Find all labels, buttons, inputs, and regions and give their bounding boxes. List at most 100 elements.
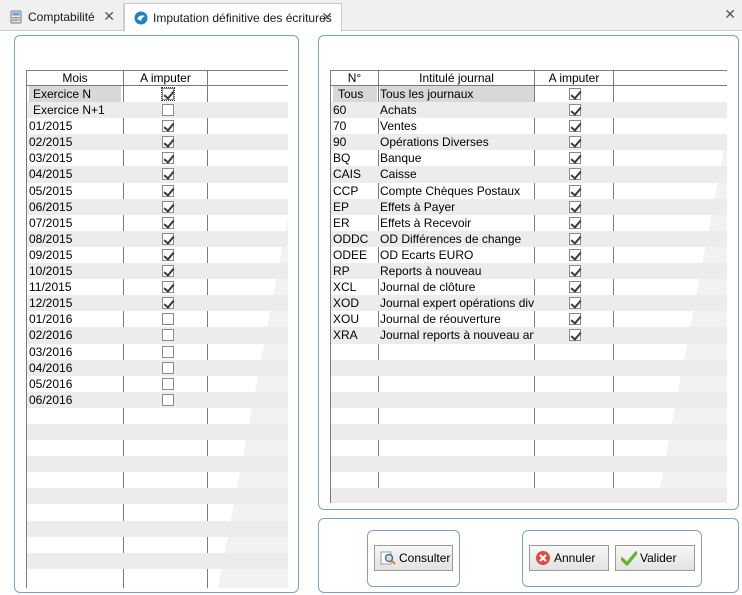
- annuler-button[interactable]: Annuler: [529, 545, 609, 571]
- a-imputer-checkbox[interactable]: [162, 232, 174, 245]
- table-row[interactable]: [27, 472, 288, 488]
- a-imputer-checkbox[interactable]: [162, 104, 174, 117]
- a-imputer-checkbox[interactable]: [569, 216, 581, 229]
- table-row[interactable]: BQ Banque: [331, 150, 727, 166]
- table-row[interactable]: [27, 569, 288, 585]
- table-row[interactable]: 70 Ventes: [331, 118, 727, 134]
- table-row[interactable]: 11/2015: [27, 279, 288, 295]
- a-imputer-checkbox[interactable]: [162, 265, 174, 278]
- a-imputer-checkbox[interactable]: [162, 297, 174, 310]
- table-row[interactable]: Exercice N+1: [27, 102, 288, 119]
- column-header-a-imputer[interactable]: A imputer: [535, 71, 613, 86]
- table-row[interactable]: [27, 537, 288, 553]
- a-imputer-checkbox[interactable]: [162, 136, 174, 149]
- close-all-icon[interactable]: ✕: [724, 6, 736, 23]
- table-row[interactable]: [27, 520, 288, 537]
- table-row[interactable]: 09/2015: [27, 247, 288, 263]
- column-header-mois[interactable]: Mois: [27, 71, 123, 86]
- months-table[interactable]: Mois A imputer Exercice N Exercice N+1 01/…: [26, 70, 288, 588]
- table-row[interactable]: 06/2015: [27, 198, 288, 215]
- table-row[interactable]: 04/2016: [27, 359, 288, 376]
- table-row[interactable]: [331, 359, 727, 376]
- table-row[interactable]: [331, 488, 727, 503]
- table-row[interactable]: 03/2016: [27, 344, 288, 360]
- a-imputer-checkbox[interactable]: [162, 281, 174, 294]
- table-row[interactable]: [331, 456, 727, 473]
- a-imputer-checkbox[interactable]: [569, 152, 581, 165]
- a-imputer-checkbox[interactable]: [162, 120, 174, 133]
- a-imputer-checkbox[interactable]: [569, 297, 581, 310]
- table-row[interactable]: CCP Compte Chèques Postaux: [331, 183, 727, 199]
- table-row[interactable]: Tous Tous les journaux: [331, 86, 727, 103]
- table-row[interactable]: XOU Journal de réouverture: [331, 311, 727, 327]
- close-icon[interactable]: ✕: [321, 10, 333, 24]
- table-row[interactable]: 90 Opérations Diverses: [331, 134, 727, 151]
- a-imputer-checkbox[interactable]: [569, 184, 581, 197]
- table-row[interactable]: 05/2016: [27, 376, 288, 392]
- a-imputer-checkbox[interactable]: [569, 232, 581, 245]
- a-imputer-checkbox[interactable]: [162, 361, 174, 374]
- table-row[interactable]: [331, 344, 727, 360]
- table-row[interactable]: [27, 504, 288, 520]
- tab-imputation[interactable]: Imputation définitive des écritures ✕: [124, 3, 342, 32]
- table-row[interactable]: 06/2016: [27, 391, 288, 408]
- table-row[interactable]: XOD Journal expert opérations diverses: [331, 295, 727, 312]
- a-imputer-checkbox[interactable]: [162, 393, 174, 406]
- a-imputer-checkbox[interactable]: [162, 345, 174, 358]
- table-row[interactable]: [331, 440, 727, 456]
- table-row[interactable]: RP Reports à nouveau: [331, 263, 727, 280]
- a-imputer-checkbox[interactable]: [162, 184, 174, 197]
- table-row[interactable]: [27, 423, 288, 441]
- a-imputer-checkbox[interactable]: [569, 168, 581, 181]
- a-imputer-checkbox[interactable]: [162, 377, 174, 390]
- table-row[interactable]: [331, 391, 727, 408]
- table-row[interactable]: [27, 440, 288, 456]
- table-row[interactable]: 01/2015: [27, 118, 288, 134]
- consulter-button[interactable]: Consulter: [374, 545, 453, 571]
- column-header-numero[interactable]: N°: [331, 71, 378, 86]
- table-row[interactable]: ODEE OD Ecarts EURO: [331, 247, 727, 263]
- table-row[interactable]: 02/2016: [27, 327, 288, 344]
- table-row[interactable]: XRA Journal reports à nouveau analytique: [331, 327, 727, 344]
- table-row[interactable]: 07/2015: [27, 215, 288, 231]
- a-imputer-checkbox[interactable]: [162, 168, 174, 181]
- a-imputer-checkbox[interactable]: [161, 87, 175, 101]
- table-row[interactable]: 10/2015: [27, 263, 288, 280]
- a-imputer-checkbox[interactable]: [162, 200, 174, 213]
- table-row[interactable]: [27, 408, 288, 424]
- a-imputer-checkbox[interactable]: [569, 313, 581, 326]
- a-imputer-checkbox[interactable]: [569, 265, 581, 278]
- table-row[interactable]: [27, 456, 288, 473]
- a-imputer-checkbox[interactable]: [162, 248, 174, 261]
- table-row[interactable]: 01/2016: [27, 311, 288, 327]
- column-header-intitule[interactable]: Intitulé journal: [379, 71, 534, 86]
- table-row[interactable]: 04/2015: [27, 166, 288, 183]
- table-row[interactable]: [27, 488, 288, 505]
- a-imputer-checkbox[interactable]: [569, 281, 581, 294]
- table-row[interactable]: 02/2015: [27, 134, 288, 151]
- table-row[interactable]: 05/2015: [27, 183, 288, 199]
- table-row[interactable]: EP Effets à Payer: [331, 198, 727, 215]
- a-imputer-checkbox[interactable]: [569, 248, 581, 261]
- table-row[interactable]: Exercice N: [27, 86, 288, 103]
- tab-comptabilite[interactable]: Comptabilité ✕: [0, 3, 124, 31]
- table-row[interactable]: [27, 552, 288, 569]
- a-imputer-checkbox[interactable]: [162, 313, 174, 326]
- table-row[interactable]: ODDC OD Différences de change: [331, 230, 727, 247]
- column-header-a-imputer[interactable]: A imputer: [124, 71, 207, 86]
- a-imputer-checkbox[interactable]: [569, 88, 581, 100]
- table-row[interactable]: 60 Achats: [331, 102, 727, 119]
- table-row[interactable]: [331, 376, 727, 392]
- table-row[interactable]: ER Effets à Recevoir: [331, 215, 727, 231]
- table-row[interactable]: [331, 472, 727, 488]
- a-imputer-checkbox[interactable]: [569, 104, 581, 117]
- a-imputer-checkbox[interactable]: [162, 152, 174, 165]
- a-imputer-checkbox[interactable]: [569, 200, 581, 213]
- a-imputer-checkbox[interactable]: [569, 120, 581, 133]
- valider-button[interactable]: Valider: [615, 545, 695, 571]
- close-icon[interactable]: ✕: [103, 9, 115, 23]
- a-imputer-checkbox[interactable]: [569, 136, 581, 149]
- table-row[interactable]: CAIS Caisse: [331, 166, 727, 183]
- a-imputer-checkbox[interactable]: [162, 329, 174, 342]
- table-row[interactable]: [331, 423, 727, 441]
